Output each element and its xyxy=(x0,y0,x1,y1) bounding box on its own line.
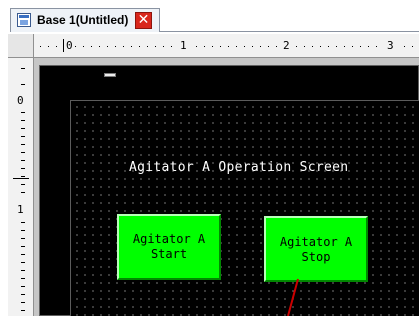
callout-pointer-stroke xyxy=(287,278,299,316)
callout-pointer-line xyxy=(287,278,299,316)
